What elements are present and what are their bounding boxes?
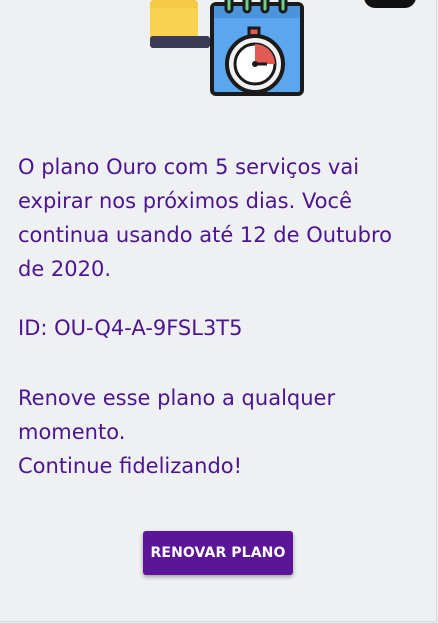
- renew-message: Renove esse plano a qualquer momento. Co…: [18, 381, 423, 483]
- top-badge: [364, 0, 416, 8]
- renew-line-2: Continue fidelizando!: [18, 454, 243, 478]
- calendar-stopwatch-icon: [150, 0, 304, 96]
- plan-expiry-card: O plano Ouro com 5 serviços vai expirar …: [0, 0, 437, 622]
- expiry-message: O plano Ouro com 5 serviços vai expirar …: [18, 155, 392, 281]
- renew-plan-button[interactable]: RENOVAR PLANO: [143, 531, 293, 575]
- renew-line-1: Renove esse plano a qualquer momento.: [18, 386, 336, 444]
- plan-id-text: ID: OU-Q4-A-9FSL3T5: [18, 316, 243, 340]
